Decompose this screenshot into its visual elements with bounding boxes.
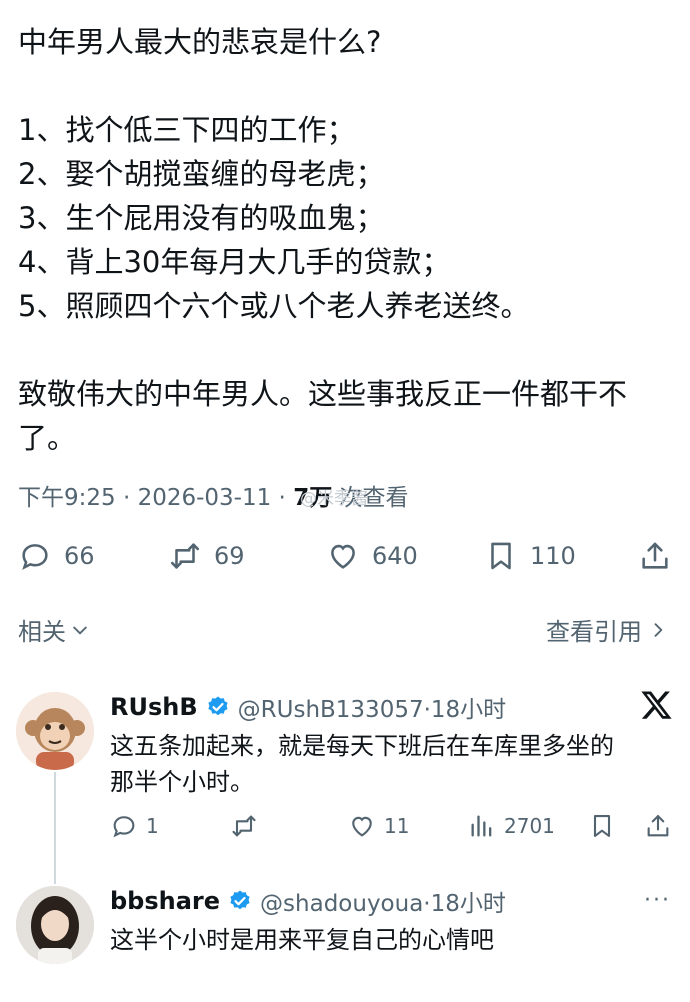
reply-views-button[interactable]: 2701: [468, 812, 555, 840]
reply-text-line: 这五条加起来，就是每天下班后在车库里多坐的: [110, 732, 614, 760]
avatar[interactable]: [16, 692, 94, 770]
thread-line: [54, 772, 56, 884]
bookmark-count: 110: [530, 542, 576, 570]
watermark: @米季酱: [300, 489, 368, 509]
reply-author-name[interactable]: bbshare: [110, 887, 220, 915]
post-line: 4、背上30年每月大几手的贷款；: [18, 245, 451, 279]
related-label: 相关: [18, 618, 66, 646]
views-icon: [471, 815, 492, 837]
reply-like-button[interactable]: 11: [348, 812, 409, 840]
like-count: 640: [372, 542, 418, 570]
reply-repost-button[interactable]: [230, 812, 258, 840]
bookmark-button[interactable]: 110: [484, 532, 576, 580]
post-line: 1、找个低三下四的工作；: [18, 113, 356, 147]
post-line: 5、照顾四个六个或八个老人养老送终。: [18, 289, 530, 323]
monkey-avatar-icon: [16, 692, 94, 770]
repost-icon: [170, 543, 200, 569]
reply-text-line: 这半个小时是用来平复自己的心情吧: [110, 926, 494, 954]
related-dropdown[interactable]: 相关: [18, 612, 90, 647]
post-line: 致敬伟大的中年男人。这些事我反正一件都干不: [18, 377, 628, 411]
share-icon: [647, 815, 669, 837]
avatar[interactable]: [16, 886, 94, 964]
like-icon: [352, 816, 372, 837]
reply-author-name[interactable]: RUshB: [110, 693, 198, 721]
reply-views-count: 2701: [504, 814, 555, 838]
bookmark-icon: [491, 542, 511, 570]
chevron-right-icon: [654, 622, 663, 637]
bookmark-icon: [593, 815, 611, 837]
reply-icon: [22, 544, 48, 570]
action-bar: 66 69 640 110: [18, 532, 674, 580]
chevron-down-icon: [73, 626, 87, 634]
view-quotes-link[interactable]: 查看引用: [546, 612, 668, 647]
reply-icon: [113, 816, 135, 838]
reply-like-count: 11: [384, 814, 410, 838]
reply-reply-count: 1: [146, 814, 159, 838]
x-logo-icon[interactable]: [640, 688, 674, 722]
share-icon: [642, 542, 668, 569]
more-icon[interactable]: ···: [644, 888, 671, 913]
repost-icon: [232, 815, 256, 837]
reply-header: bbshare @shadouyoua·18小时: [110, 884, 506, 918]
verified-icon: [230, 890, 250, 910]
post-line: 中年男人最大的悲哀是什么?: [18, 25, 382, 59]
repost-count: 69: [214, 542, 245, 570]
share-button[interactable]: [638, 532, 672, 580]
reply-author-handle[interactable]: @RUshB133057·18小时: [238, 690, 507, 724]
like-button[interactable]: 640: [326, 532, 418, 580]
reply-count: 66: [64, 542, 95, 570]
like-icon: [331, 544, 355, 569]
reply-text-line: 那半个小时。: [110, 768, 254, 796]
post-line: 了。: [18, 421, 77, 455]
reply-author-handle[interactable]: @shadouyoua·18小时: [260, 884, 506, 918]
repost-button[interactable]: 69: [168, 532, 245, 580]
post-line: 2、娶个胡搅蛮缠的母老虎；: [18, 157, 385, 191]
user-avatar-icon: [16, 886, 94, 964]
reply-bookmark-button[interactable]: [588, 812, 616, 840]
post-time: 下午9:25 · 2026-03-11 ·: [18, 485, 294, 511]
post-line: 3、生个屁用没有的吸血鬼；: [18, 201, 385, 235]
reply-button[interactable]: 66: [18, 532, 95, 580]
reply-reply-button[interactable]: 1: [110, 812, 159, 840]
post-text: 中年男人最大的悲哀是什么? 1、找个低三下四的工作； 2、娶个胡搅蛮缠的母老虎；…: [18, 20, 678, 460]
verified-icon: [208, 696, 228, 716]
view-quotes-label: 查看引用: [546, 618, 642, 646]
reply-share-button[interactable]: [644, 812, 672, 840]
reply-header: RUshB @RUshB133057·18小时: [110, 690, 506, 724]
